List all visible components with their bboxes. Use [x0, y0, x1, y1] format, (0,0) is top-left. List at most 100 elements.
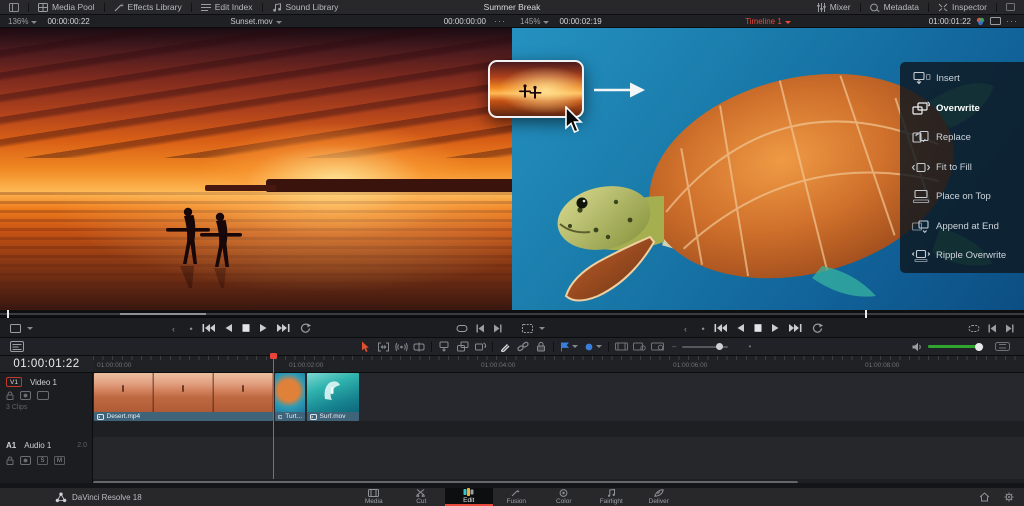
custom-zoom-button[interactable]	[648, 338, 666, 356]
goto-last-frame-button[interactable]	[789, 323, 802, 333]
video-track-lane[interactable]: Desert.mp4 Turt... Surf.mov	[93, 373, 1024, 421]
tab-edit[interactable]: Edit	[445, 488, 493, 506]
mixer-button[interactable]: Mixer	[808, 0, 860, 14]
media-pool-button[interactable]: Media Pool	[29, 0, 104, 14]
goto-in-icon[interactable]	[476, 324, 485, 333]
menu-item-ripple-overwrite[interactable]: Ripple Overwrite	[900, 241, 1024, 271]
audio-track-header[interactable]: A1 Audio 1 2.0 S M	[0, 437, 93, 479]
drag-direction-arrow	[592, 81, 646, 99]
ruler-label: 01:00:00:00	[97, 362, 131, 369]
timeline-scrubber-playhead[interactable]	[865, 310, 867, 318]
insert-clip-button[interactable]	[435, 338, 453, 356]
detail-zoom-button[interactable]	[630, 338, 648, 356]
trim-edit-mode-button[interactable]	[374, 338, 392, 356]
timeline-viewer-header: 145% 00:00:02:19 Timeline 1 01:00:01:22 …	[512, 15, 1024, 28]
source-scrubber-playhead[interactable]	[7, 310, 9, 318]
auto-select-icon[interactable]	[20, 391, 31, 400]
goto-last-frame-button[interactable]	[277, 323, 290, 333]
timeline-view-options-button[interactable]	[8, 338, 26, 356]
overwrite-clip-button[interactable]	[453, 338, 471, 356]
tab-deliver[interactable]: Deliver	[635, 488, 683, 506]
timeline-scrubber[interactable]	[512, 310, 1024, 318]
audio-track-badge[interactable]: A1	[6, 441, 16, 450]
selection-mode-button[interactable]	[356, 338, 374, 356]
clip-surf[interactable]: Surf.mov	[307, 373, 359, 421]
sound-library-button[interactable]: Sound Library	[263, 0, 348, 14]
goto-first-frame-button[interactable]	[202, 323, 215, 333]
linked-selection-button[interactable]	[514, 338, 532, 356]
effects-library-label: Effects Library	[128, 2, 182, 12]
stop-button[interactable]	[754, 323, 762, 333]
menu-item-replace[interactable]: Replace	[900, 123, 1024, 153]
snapping-button[interactable]	[496, 338, 514, 356]
chevron-down-icon	[596, 345, 602, 348]
meters-toggle-icon[interactable]	[995, 342, 1010, 351]
replace-clip-button[interactable]	[471, 338, 489, 356]
timeline-ruler[interactable]: 01:00:00:00 01:00:02:00 01:00:04:00 01:0…	[93, 356, 1024, 373]
goto-in-icon[interactable]	[988, 324, 997, 333]
clip-turtle[interactable]: Turt...	[275, 373, 305, 421]
timeline-name-select[interactable]: Timeline 1	[512, 17, 1024, 26]
stop-button[interactable]	[242, 323, 250, 333]
source-scrubber[interactable]	[0, 310, 512, 318]
play-reverse-button[interactable]	[224, 323, 233, 333]
settings-gear-icon[interactable]	[1004, 492, 1014, 502]
edit-index-button[interactable]: Edit Index	[192, 0, 262, 14]
loop-playback-button[interactable]	[299, 323, 311, 333]
source-viewer[interactable]	[0, 28, 512, 310]
mute-button[interactable]: M	[54, 456, 65, 465]
blade-edit-mode-button[interactable]	[410, 338, 428, 356]
dynamic-trim-mode-button[interactable]	[392, 338, 410, 356]
goto-out-icon[interactable]	[1005, 324, 1014, 333]
menu-item-insert[interactable]: Insert	[900, 64, 1024, 94]
track-enable-icon[interactable]	[37, 391, 49, 400]
track-lock-icon[interactable]	[6, 391, 14, 400]
tab-media[interactable]: Media	[350, 488, 398, 506]
overwrite-clip-icon	[456, 341, 469, 352]
track-lock-icon[interactable]	[6, 456, 14, 465]
play-reverse-button[interactable]	[736, 323, 745, 333]
play-button[interactable]	[771, 323, 780, 333]
solo-button[interactable]: S	[37, 456, 48, 465]
match-frame-icon[interactable]	[968, 324, 980, 333]
metadata-button[interactable]: Metadata	[861, 0, 928, 14]
timeline-playhead[interactable]	[273, 356, 275, 479]
zoom-slider-knob[interactable]	[716, 343, 723, 350]
tab-color[interactable]: Color	[540, 488, 588, 506]
menu-item-fit-to-fill[interactable]: Fit to Fill	[900, 153, 1024, 183]
audio-track-lane[interactable]	[93, 437, 1024, 479]
marker-dropdown-button[interactable]	[581, 338, 605, 356]
video-track-header[interactable]: V1 Video 1 3 Clips	[0, 373, 93, 421]
menu-item-append-at-end[interactable]: Append at End	[900, 212, 1024, 242]
menu-item-place-on-top[interactable]: Place on Top	[900, 182, 1024, 212]
fit-to-fill-icon	[911, 160, 931, 175]
goto-first-frame-button[interactable]	[714, 323, 727, 333]
flag-dropdown-button[interactable]	[557, 338, 581, 356]
match-frame-icon[interactable]	[456, 324, 468, 333]
speaker-icon[interactable]	[912, 342, 923, 352]
volume-knob[interactable]	[975, 343, 983, 351]
inspector-button[interactable]: Inspector	[929, 0, 996, 14]
source-clip-name-select[interactable]: Sunset.mov	[0, 17, 512, 26]
goto-out-icon[interactable]	[493, 324, 502, 333]
tab-fusion[interactable]: Fusion	[493, 488, 541, 506]
play-button[interactable]	[259, 323, 268, 333]
effects-library-button[interactable]: Effects Library	[105, 0, 191, 14]
tab-cut[interactable]: Cut	[398, 488, 446, 506]
audio-volume-slider[interactable]	[928, 345, 984, 348]
tab-fairlight[interactable]: Fairlight	[588, 488, 636, 506]
video-track-badge[interactable]: V1	[6, 377, 22, 387]
snapping-magnet-icon	[500, 341, 511, 352]
thumbnail-surfers	[516, 82, 546, 108]
auto-select-icon[interactable]	[20, 456, 31, 465]
project-manager-icon[interactable]	[979, 492, 990, 502]
edit-page-icon	[463, 488, 474, 496]
timeline-zoom-slider[interactable]	[682, 346, 728, 348]
workspace-toggle-button[interactable]	[0, 0, 28, 14]
full-extent-zoom-button[interactable]	[612, 338, 630, 356]
position-lock-button[interactable]	[532, 338, 550, 356]
clip-desert[interactable]: Desert.mp4	[94, 373, 273, 421]
menu-item-overwrite[interactable]: Overwrite	[900, 94, 1024, 124]
window-layout-button[interactable]	[997, 0, 1024, 14]
loop-playback-button[interactable]	[811, 323, 823, 333]
